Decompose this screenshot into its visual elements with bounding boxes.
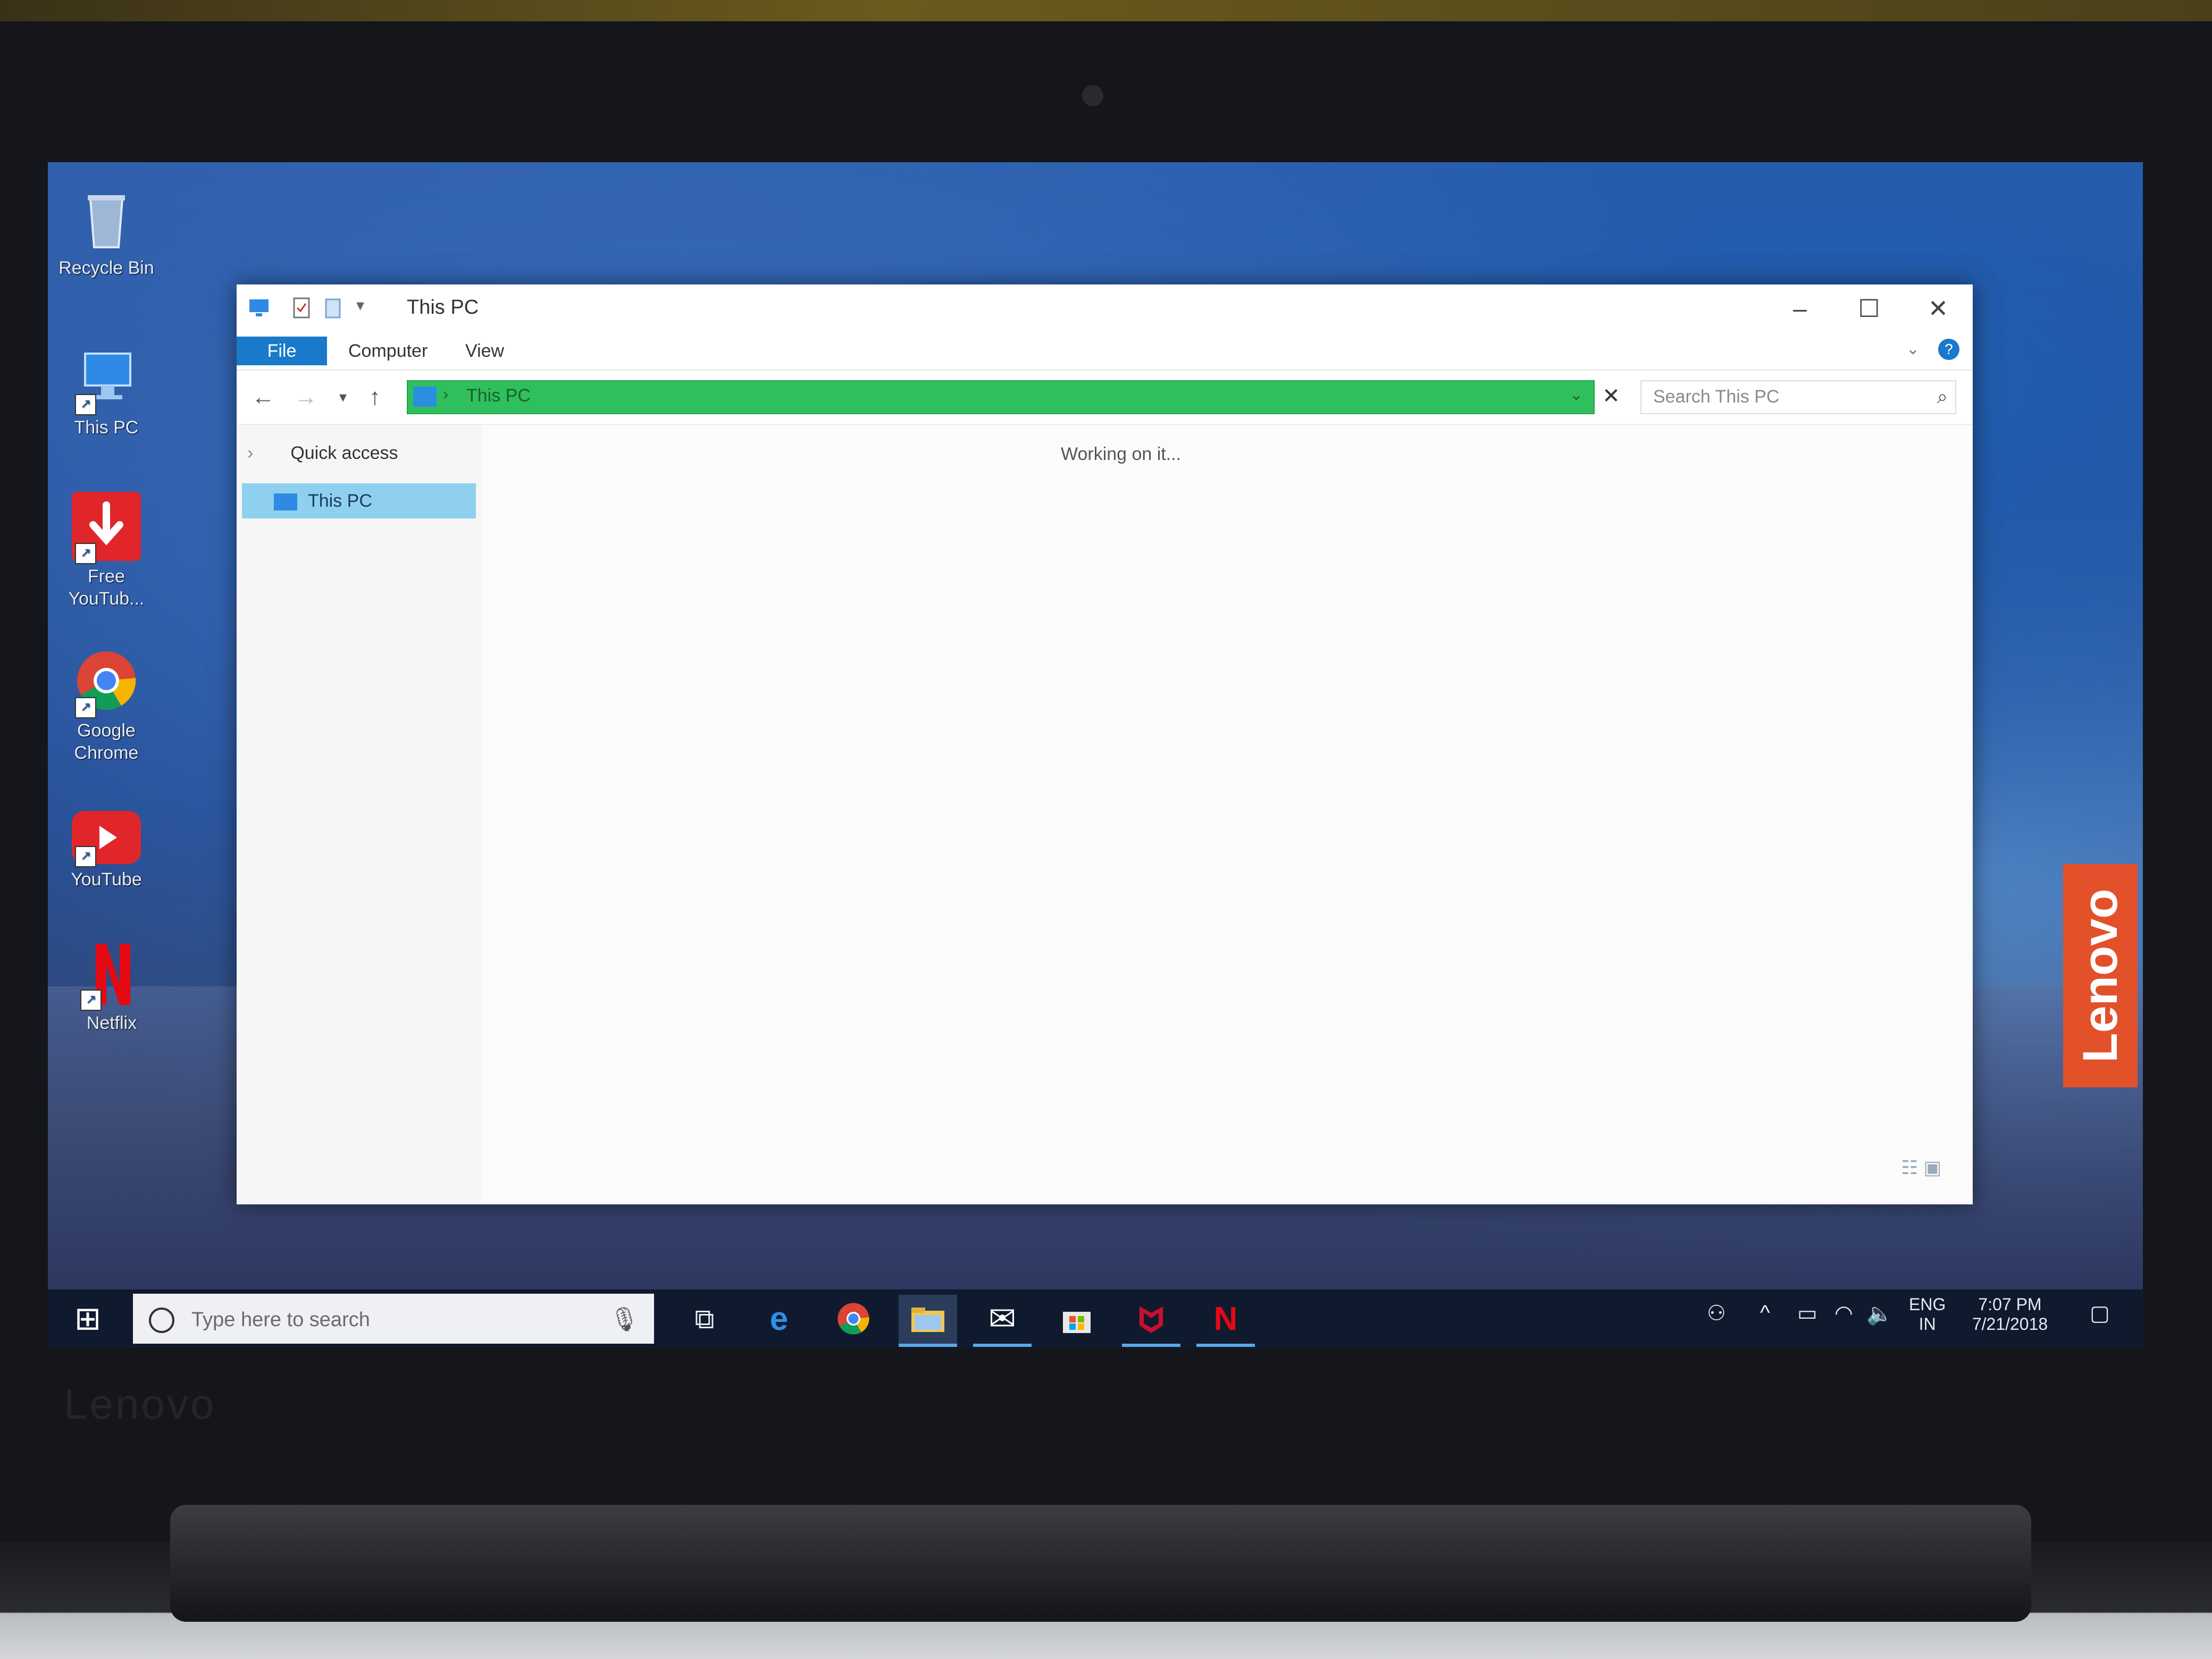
clock-date: 7/21/2018: [1972, 1314, 2048, 1334]
help-icon[interactable]: ?: [1938, 339, 1959, 360]
desktop-icon-youtube[interactable]: ↗ YouTube: [48, 800, 165, 891]
this-pc-icon: [413, 387, 437, 407]
task-view-icon[interactable]: ⧉: [675, 1295, 734, 1344]
desktop-icon-label: Free YouTub...: [68, 566, 145, 609]
tab-computer[interactable]: Computer: [332, 337, 443, 365]
chrome-icon[interactable]: [824, 1295, 883, 1344]
ribbon-tabs: File Computer View ⌄ ?: [237, 332, 1973, 371]
this-pc-icon: ↗: [72, 343, 141, 415]
navigation-pane: › Quick access This PC: [237, 425, 481, 1204]
sidebar-item-label: This PC: [308, 491, 372, 511]
youtube-icon: ↗: [72, 811, 141, 867]
mcafee-icon[interactable]: [1122, 1295, 1180, 1347]
search-placeholder: Search This PC: [1653, 387, 1780, 407]
language-region: IN: [1918, 1314, 1936, 1334]
stop-loading-icon[interactable]: ✕: [1598, 380, 1624, 412]
address-bar[interactable]: › This PC ⌄: [407, 380, 1595, 414]
file-explorer-icon[interactable]: [899, 1295, 957, 1347]
desktop-icon-label: Recycle Bin: [58, 258, 154, 278]
webcam: [1082, 85, 1103, 106]
recent-locations-icon[interactable]: ▾: [327, 381, 359, 413]
show-hidden-icons-icon[interactable]: ^: [1760, 1301, 1770, 1325]
mail-icon[interactable]: ✉: [973, 1295, 1032, 1347]
language-indicator[interactable]: ENG IN: [1909, 1295, 1946, 1334]
battery-icon[interactable]: ▭: [1797, 1301, 1817, 1326]
lenovo-brand-tag: Lenovo: [2063, 864, 2138, 1087]
new-folder-icon[interactable]: [322, 296, 345, 320]
clock-time: 7:07 PM: [1978, 1295, 2042, 1314]
desktop-icon-label: This PC: [74, 417, 139, 438]
tab-view[interactable]: View: [449, 337, 520, 365]
address-dropdown-icon[interactable]: ⌄: [1570, 386, 1583, 404]
screen: Recycle Bin ↗ This PC ↗ Free YouTub... ↗…: [48, 162, 2143, 1348]
tab-file[interactable]: File: [237, 337, 327, 365]
forward-arrow-icon[interactable]: →: [290, 381, 322, 413]
file-explorer-window[interactable]: ▾ This PC – ☐ ✕ File Computer View ⌄ ? ←…: [237, 284, 1973, 1204]
sidebar-item-label: Quick access: [290, 443, 398, 463]
shortcut-arrow-icon: ↗: [75, 394, 96, 415]
wifi-icon[interactable]: ◠: [1834, 1301, 1853, 1326]
desktop-icon-label: YouTube: [71, 869, 142, 890]
language-code: ENG: [1909, 1295, 1946, 1314]
close-button[interactable]: ✕: [1904, 284, 1973, 332]
search-input[interactable]: Search This PC ⌕: [1640, 380, 1956, 414]
this-pc-icon: [247, 296, 271, 320]
navigation-bar: ← → ▾ ↑ › This PC ⌄ ✕ Search This PC ⌕: [237, 371, 1973, 425]
expand-ribbon-icon[interactable]: ⌄: [1906, 340, 1920, 358]
taskbar: ⊞ Type here to search 🎙 ⧉ e ✉ N ⚇ ^ ▭ ◠ …: [48, 1289, 2143, 1348]
chevron-right-icon[interactable]: ›: [247, 443, 253, 463]
maximize-button[interactable]: ☐: [1834, 284, 1904, 332]
properties-icon[interactable]: [290, 296, 313, 320]
desktop-icon-label: Netflix: [86, 1013, 137, 1033]
taskbar-search-placeholder: Type here to search: [191, 1309, 370, 1331]
lenovo-tag-text: Lenovo: [2073, 889, 2127, 1063]
sidebar-item-this-pc[interactable]: This PC: [242, 483, 476, 518]
netflix-icon[interactable]: N: [1196, 1295, 1255, 1347]
sidebar-item-quick-access[interactable]: › Quick access: [237, 435, 481, 471]
download-icon: ↗: [72, 492, 141, 564]
start-windows-icon[interactable]: ⊞: [69, 1300, 106, 1337]
volume-icon[interactable]: 🔈: [1866, 1301, 1893, 1326]
address-text: This PC: [466, 386, 531, 406]
desktop-icon-label: Google Chrome: [74, 720, 139, 763]
shortcut-arrow-icon: ↗: [75, 543, 96, 564]
edge-icon[interactable]: e: [750, 1295, 808, 1344]
people-icon[interactable]: ⚇: [1707, 1301, 1726, 1326]
desktop-icon-recycle-bin[interactable]: Recycle Bin: [48, 183, 165, 279]
bezel-logo: Lenovo: [64, 1380, 216, 1428]
cortana-icon: [149, 1308, 174, 1333]
taskbar-search-box[interactable]: Type here to search 🎙: [133, 1294, 654, 1344]
microphone-icon[interactable]: 🎙: [609, 1305, 639, 1333]
minimize-button[interactable]: –: [1765, 284, 1834, 332]
netflix-icon: ↗: [77, 939, 146, 1011]
desktop-icon-free-youtube[interactable]: ↗ Free YouTub...: [48, 492, 165, 610]
system-clock[interactable]: 7:07 PM 7/21/2018: [1962, 1295, 2058, 1334]
window-title: This PC: [407, 296, 479, 319]
desktop-icon-netflix[interactable]: ↗ Netflix: [53, 939, 170, 1034]
chrome-icon: ↗: [72, 646, 141, 718]
action-center-icon[interactable]: ▢: [2090, 1301, 2110, 1326]
view-toggle-icons[interactable]: ☷ ▣: [1901, 1157, 1941, 1179]
desktop-icon-google-chrome[interactable]: ↗ Google Chrome: [48, 646, 165, 764]
search-icon[interactable]: ⌕: [1937, 386, 1948, 408]
shortcut-arrow-icon: ↗: [80, 990, 102, 1011]
loading-status: Working on it...: [1061, 444, 1182, 464]
breadcrumb-chevron-icon[interactable]: ›: [443, 386, 448, 404]
store-icon[interactable]: [1048, 1295, 1106, 1344]
title-bar[interactable]: ▾ This PC – ☐ ✕: [237, 284, 1973, 332]
shortcut-arrow-icon: ↗: [75, 846, 96, 867]
shortcut-arrow-icon: ↗: [75, 697, 96, 718]
desktop-icon-this-pc[interactable]: ↗ This PC: [48, 343, 165, 439]
recycle-bin-icon: [72, 183, 141, 253]
laptop-hinge: [170, 1505, 2031, 1622]
up-arrow-icon[interactable]: ↑: [359, 381, 391, 413]
this-pc-icon: [274, 493, 297, 511]
customize-quick-access-icon[interactable]: ▾: [356, 296, 364, 315]
back-arrow-icon[interactable]: ←: [247, 381, 279, 413]
